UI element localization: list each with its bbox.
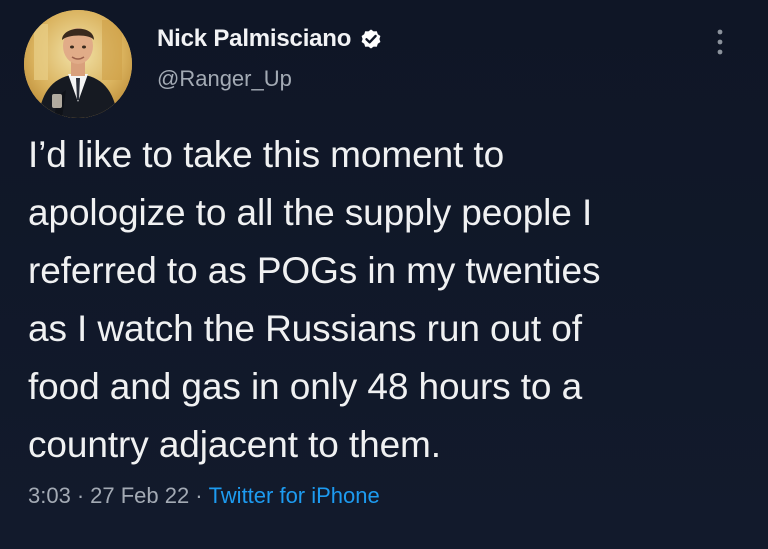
name-row: Nick Palmisciano (157, 24, 383, 54)
avatar[interactable] (24, 10, 132, 118)
more-options-icon (717, 29, 723, 55)
meta-separator: · (76, 483, 85, 508)
tweet-date[interactable]: 27 Feb 22 (90, 482, 189, 510)
verified-badge-icon (359, 27, 383, 51)
display-name[interactable]: Nick Palmisciano (157, 24, 351, 54)
meta-separator: · (195, 483, 203, 508)
tweet-card: Nick Palmisciano @Ranger_Up I’d like to … (0, 0, 768, 549)
tweet-time[interactable]: 3:03 (28, 482, 71, 510)
user-handle[interactable]: @Ranger_Up (157, 65, 383, 93)
tweet-source-link[interactable]: Twitter for iPhone (209, 482, 380, 510)
tweet-metadata: 3:03 · 27 Feb 22 · Twitter for iPhone (28, 482, 380, 510)
author-block: Nick Palmisciano @Ranger_Up (157, 24, 383, 93)
profile-photo-icon (24, 10, 132, 118)
tweet-text: I’d like to take this moment to apologiz… (28, 134, 601, 465)
more-options-button[interactable] (708, 22, 732, 62)
